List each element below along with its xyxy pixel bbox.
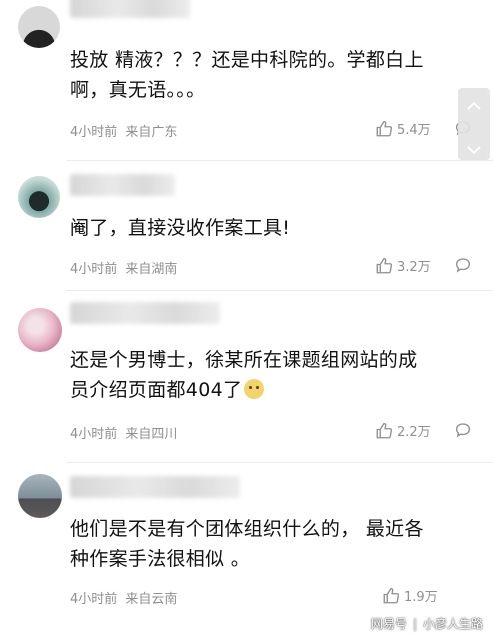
comment-text-line: 种作案手法很相似 。 [70, 548, 251, 570]
watermark-source: 网易号 [370, 617, 407, 631]
comment-text: 他们是不是有个团体组织什么的， 最近各 种作案手法很相似 。 [70, 514, 465, 574]
like-button[interactable]: 2.2万 [375, 421, 431, 440]
avatar[interactable] [18, 176, 60, 218]
comment-text-line: 投放 精液？？？还是中科院的。学都白上 [70, 49, 424, 71]
thumbs-up-icon [375, 257, 393, 275]
divider [66, 160, 493, 161]
comment-bubble-icon [454, 421, 472, 439]
comment-text-content: 员介绍页面都404了 [70, 379, 243, 401]
scroll-handle[interactable] [458, 88, 490, 160]
like-button[interactable]: 3.2万 [375, 256, 431, 275]
comment-text-line: 员介绍页面都404了 [70, 375, 465, 405]
comment-time: 4小时前 [70, 262, 118, 277]
like-count: 1.9万 [404, 590, 438, 605]
comment-meta: 4小时前 来自广东 [70, 121, 177, 140]
avatar[interactable] [18, 474, 62, 518]
chevron-up-icon [467, 96, 481, 115]
thumbs-up-icon [375, 120, 393, 138]
watermark-author: 小彦人生路 [422, 617, 483, 631]
comment-text-line: 阉了，直接没收作案工具! [70, 217, 291, 239]
like-count: 5.4万 [397, 123, 431, 138]
avatar[interactable] [18, 308, 62, 352]
username-blurred [70, 476, 240, 498]
comment-location: 来自湖南 [125, 262, 178, 277]
comment-location: 来自广东 [125, 125, 178, 140]
divider [66, 462, 493, 463]
reply-button[interactable] [454, 256, 472, 274]
comment-time: 4小时前 [70, 592, 118, 607]
username-blurred [70, 174, 175, 196]
emoji-icon [244, 378, 265, 399]
thumbs-up-icon [382, 587, 400, 605]
username-blurred [70, 302, 220, 324]
chevron-down-icon [467, 140, 481, 159]
like-button[interactable]: 5.4万 [375, 119, 431, 138]
comment-text-line: 他们是不是有个团体组织什么的， 最近各 [70, 518, 424, 540]
reply-button[interactable] [454, 421, 472, 439]
comment-text-line: 啊，真无语。。。 [70, 79, 206, 101]
comment-bubble-icon [454, 256, 472, 274]
comment-meta: 4小时前 来自云南 [70, 588, 177, 607]
comment-location: 来自四川 [125, 427, 178, 442]
thumbs-up-icon [375, 422, 393, 440]
comment-meta: 4小时前 来自湖南 [70, 258, 177, 277]
like-count: 2.2万 [397, 425, 431, 440]
comment-text: 阉了，直接没收作案工具! [70, 213, 465, 243]
like-button[interactable]: 1.9万 [382, 586, 438, 605]
comment-meta: 4小时前 来自四川 [70, 423, 177, 442]
watermark-separator: | [412, 616, 417, 631]
comment-text: 还是个男博士，徐某所在课题组网站的成 员介绍页面都404了 [70, 345, 465, 405]
watermark: 网易号 | 小彦人生路 [371, 615, 483, 632]
comment-text: 投放 精液？？？还是中科院的。学都白上 啊，真无语。。。 [70, 45, 465, 105]
username-blurred [70, 0, 190, 18]
comment-time: 4小时前 [70, 125, 118, 140]
like-count: 3.2万 [397, 260, 431, 275]
comment-time: 4小时前 [70, 427, 118, 442]
avatar[interactable] [18, 6, 60, 48]
divider [66, 290, 493, 291]
comment-text-line: 还是个男博士，徐某所在课题组网站的成 [70, 349, 418, 371]
comment-location: 来自云南 [125, 592, 178, 607]
